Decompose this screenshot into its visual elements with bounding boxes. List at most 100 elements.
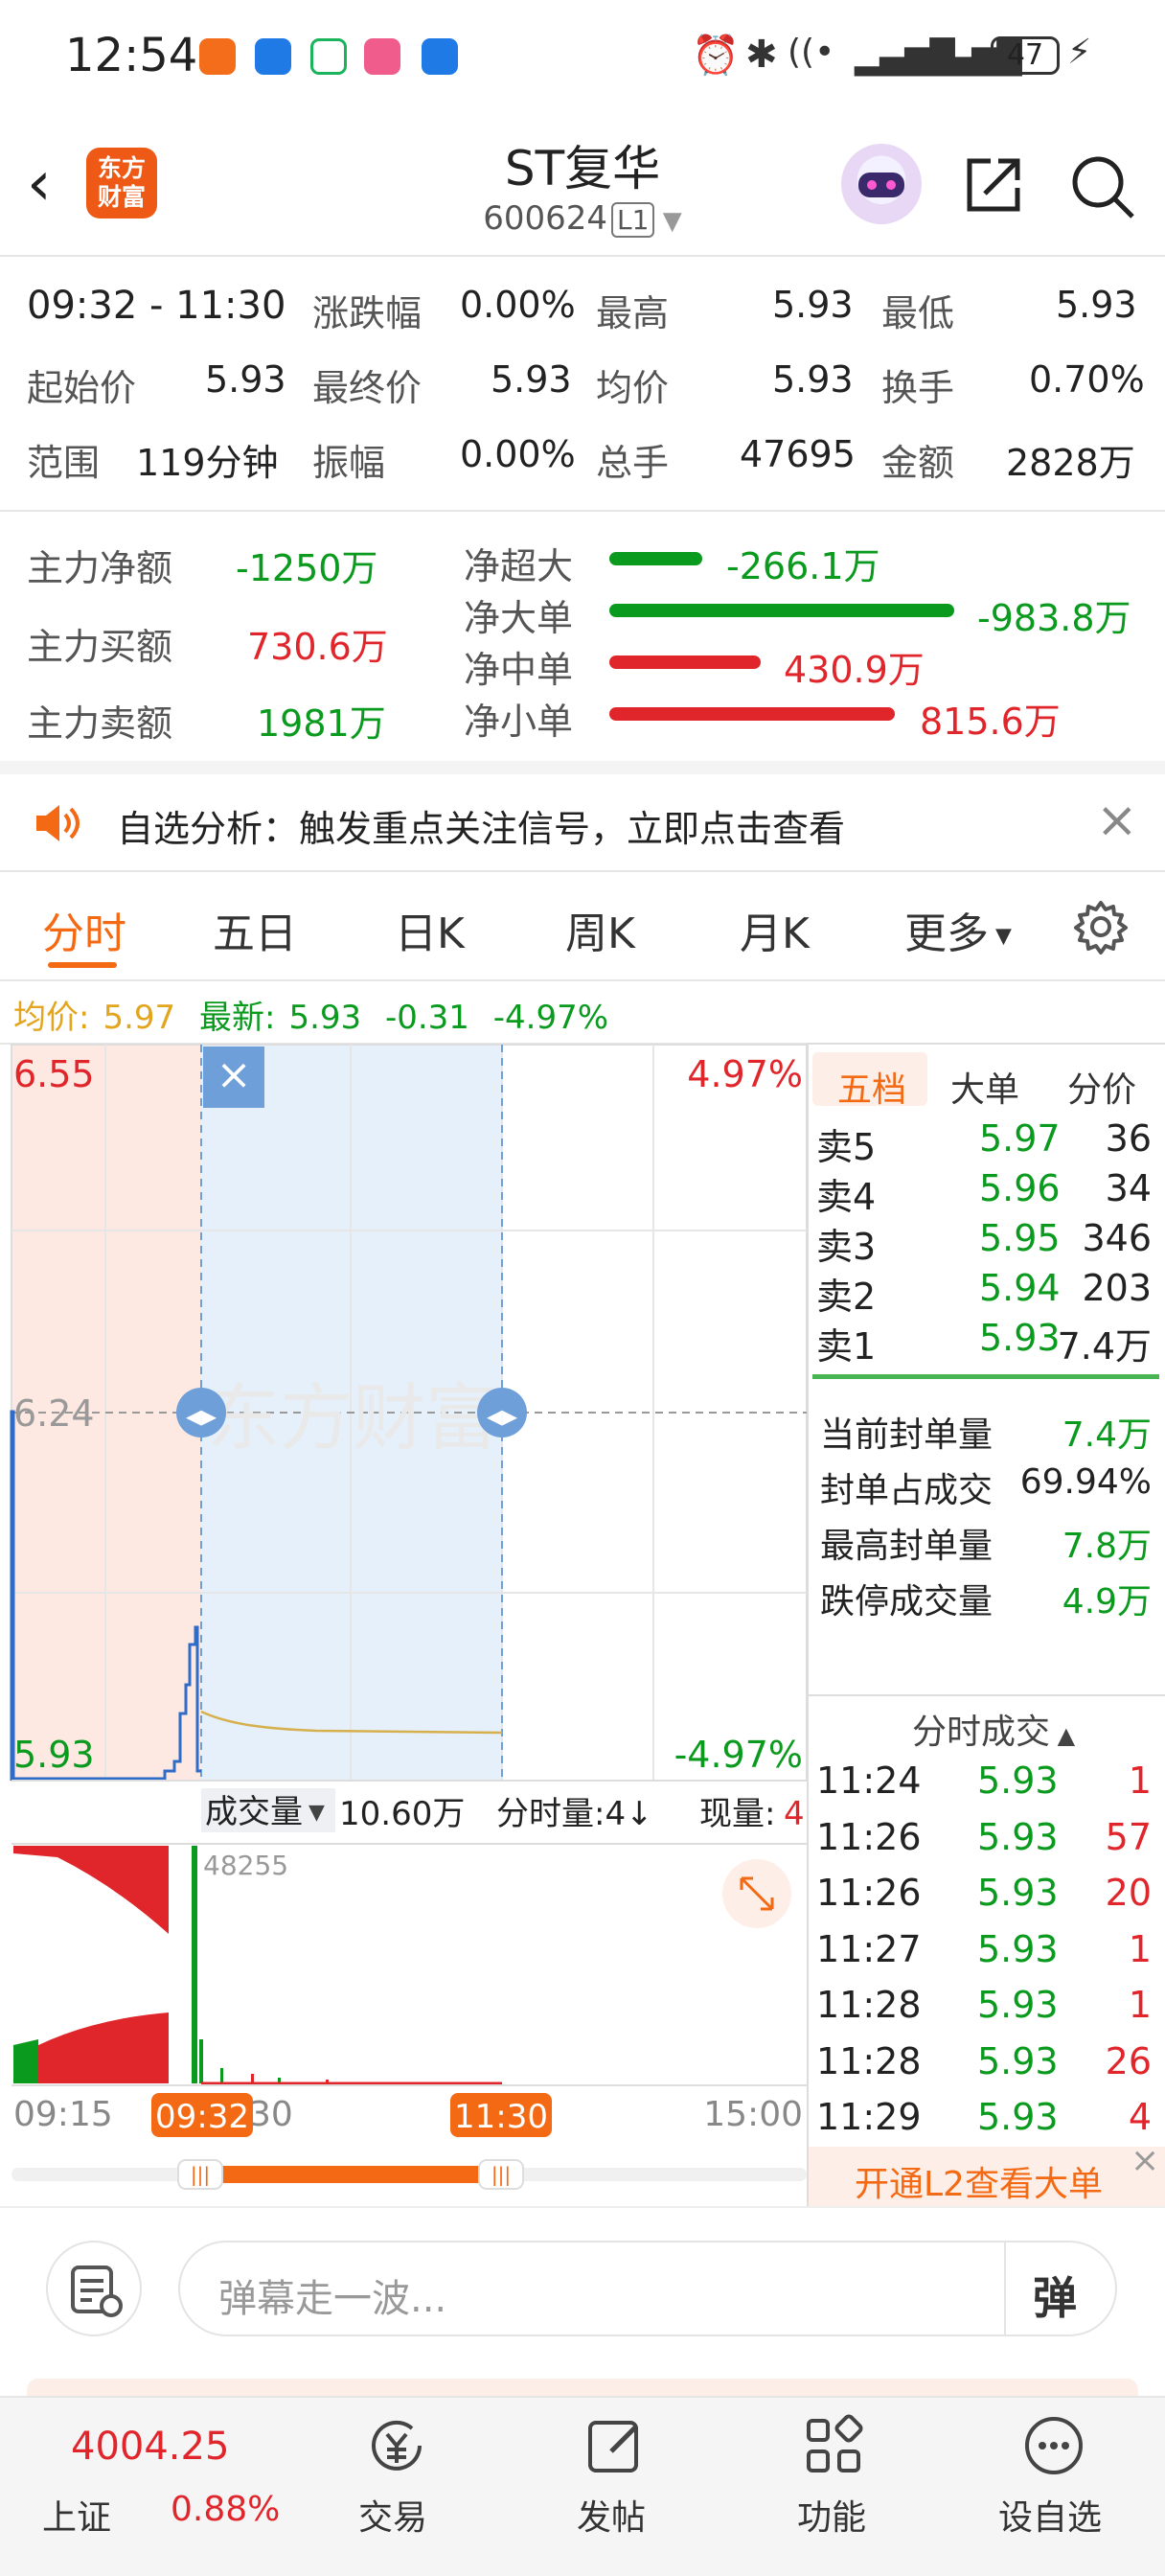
comment-settings-button[interactable] bbox=[46, 2241, 142, 2336]
ask-price[interactable]: 5.93 bbox=[979, 1317, 1061, 1359]
ask-volume: 203 bbox=[1082, 1267, 1152, 1309]
close-icon: × bbox=[217, 1050, 252, 1099]
tab-month-k[interactable]: 月K bbox=[740, 899, 810, 960]
flow-label: 净大单 bbox=[464, 597, 574, 639]
seal-label: 跌停成交量 bbox=[820, 1582, 994, 1622]
stat-label: 涨跌幅 bbox=[312, 292, 423, 334]
tab-day-k[interactable]: 日K bbox=[395, 899, 465, 960]
danmaku-input[interactable]: 弹幕走一波... 弹 bbox=[178, 2241, 1117, 2336]
trade-price: 5.93 bbox=[977, 1815, 1059, 1858]
stat-value: 0.00% bbox=[460, 284, 576, 326]
seal-value: 7.8万 bbox=[1062, 1527, 1152, 1566]
tab-more-label: 更多 bbox=[904, 909, 989, 958]
drag-handle-icon: ◂▸ bbox=[487, 1397, 517, 1434]
divider bbox=[0, 510, 1165, 512]
ai-assistant-avatar[interactable] bbox=[841, 144, 922, 224]
notice-text: 自选分析：触发重点关注信号，立即点击查看 bbox=[117, 808, 846, 850]
tab-large-orders[interactable]: 大单 bbox=[950, 1062, 1019, 1112]
danmaku-toggle-icon[interactable]: 弹 bbox=[1033, 2264, 1077, 2327]
speaker-icon bbox=[36, 805, 80, 841]
flow-label: 主力卖额 bbox=[27, 702, 173, 745]
range-scrubber-fill[interactable] bbox=[201, 2166, 502, 2183]
change-value: -0.31 bbox=[384, 999, 469, 1037]
settings-gear-icon[interactable] bbox=[1073, 899, 1129, 954]
trades-title[interactable]: 分时成交 ▲ bbox=[912, 1704, 1075, 1754]
tab-intraday[interactable]: 分时 bbox=[42, 899, 126, 960]
search-icon[interactable] bbox=[1069, 153, 1136, 220]
ask-level-label: 卖4 bbox=[816, 1176, 877, 1218]
tab-five-day[interactable]: 五日 bbox=[213, 899, 297, 960]
nav-add-watchlist[interactable]: 设自选 bbox=[998, 2490, 1102, 2540]
index-name[interactable]: 上证 bbox=[42, 2490, 111, 2540]
time-axis-end: 15:00 bbox=[703, 2095, 803, 2134]
trade-icon bbox=[372, 2420, 422, 2471]
l2-upsell-text[interactable]: 开通L2查看大单 bbox=[855, 2156, 1103, 2206]
stock-header: ‹ 东方 财富 ST复华 600624 L1 ▼ bbox=[0, 115, 1165, 255]
close-icon[interactable]: × bbox=[1131, 2141, 1159, 2180]
trade-time: 11:28 bbox=[816, 2039, 922, 2082]
trade-time: 11:28 bbox=[816, 1984, 922, 2026]
volume-bars-green bbox=[13, 2039, 38, 2083]
volume-spike bbox=[199, 2039, 203, 2083]
stat-value: 0.70% bbox=[1029, 358, 1145, 401]
index-value[interactable]: 4004.25 bbox=[71, 2425, 229, 2469]
trade-volume: 4 bbox=[1128, 2096, 1152, 2138]
trade-volume: 1 bbox=[1128, 1984, 1152, 2026]
close-icon[interactable]: × bbox=[1096, 792, 1138, 849]
tab-more[interactable]: 更多 ▼ bbox=[904, 899, 1012, 960]
trade-price: 5.93 bbox=[977, 2039, 1059, 2082]
seal-label: 当前封单量 bbox=[820, 1415, 994, 1455]
function-grid-icon bbox=[807, 2414, 863, 2472]
flow-value: -1250万 bbox=[236, 547, 378, 589]
flow-value: -266.1万 bbox=[726, 545, 880, 587]
tab-five-level[interactable]: 五档 bbox=[837, 1062, 906, 1112]
flow-label: 主力买额 bbox=[27, 626, 173, 668]
stat-label: 范围 bbox=[27, 442, 101, 484]
ask-volume: 7.4万 bbox=[1057, 1325, 1152, 1368]
trade-volume: 1 bbox=[1128, 1760, 1152, 1802]
dropdown-icon: ▼ bbox=[654, 207, 682, 236]
stat-label: 总手 bbox=[596, 442, 670, 484]
seal-value: 69.94% bbox=[1019, 1462, 1152, 1502]
comment-settings-icon bbox=[71, 2266, 123, 2317]
stat-value: 47695 bbox=[740, 433, 856, 475]
flow-label: 净超大 bbox=[464, 545, 574, 587]
nav-trade[interactable]: 交易 bbox=[358, 2490, 427, 2540]
fsl-label: 分时量:4↓ bbox=[496, 1795, 653, 1833]
y-axis-mid: 6.24 bbox=[13, 1392, 95, 1435]
trade-volume: 57 bbox=[1105, 1815, 1152, 1858]
y-axis-top: 6.55 bbox=[13, 1053, 95, 1095]
trade-price: 5.93 bbox=[977, 1872, 1059, 1914]
trade-price: 5.93 bbox=[977, 2096, 1059, 2138]
flow-value: 430.9万 bbox=[784, 649, 925, 691]
seal-label: 封单占成交 bbox=[820, 1471, 994, 1510]
trade-time: 11:26 bbox=[816, 1815, 922, 1858]
chart-legend: 均价: 5.97 最新: 5.93 -0.31 -4.97% bbox=[13, 991, 608, 1038]
trade-volume: 20 bbox=[1105, 1872, 1152, 1914]
ask-volume: 34 bbox=[1105, 1167, 1152, 1209]
ask-price[interactable]: 5.94 bbox=[979, 1267, 1061, 1309]
stat-label: 起始价 bbox=[27, 367, 137, 409]
tab-week-k[interactable]: 周K bbox=[565, 899, 635, 960]
range-end-time-label: 11:30 bbox=[454, 2098, 548, 2136]
home-ai-icon bbox=[310, 38, 347, 75]
seal-label: 最高封单量 bbox=[820, 1527, 994, 1566]
ask-price[interactable]: 5.95 bbox=[979, 1217, 1061, 1259]
tab-price-distribution[interactable]: 分价 bbox=[1067, 1062, 1136, 1112]
share-icon[interactable] bbox=[962, 151, 1027, 217]
stat-value: 5.93 bbox=[491, 358, 572, 401]
flow-bar bbox=[609, 656, 761, 669]
watermark: 东方财富 bbox=[207, 1378, 498, 1460]
ask-price[interactable]: 5.96 bbox=[979, 1167, 1061, 1209]
danmaku-placeholder: 弹幕走一波... bbox=[218, 2277, 447, 2321]
ask-price[interactable]: 5.97 bbox=[979, 1117, 1061, 1160]
nav-function[interactable]: 功能 bbox=[797, 2490, 866, 2540]
more-dots-icon bbox=[1025, 2417, 1083, 2474]
intraday-chart[interactable]: 东方财富 × ◂▸ ◂▸ 6.55 6.24 5.93 4.97% -4.97%… bbox=[0, 1043, 812, 2212]
last-value: 5.93 bbox=[288, 999, 362, 1037]
trade-volume: 1 bbox=[1128, 1927, 1152, 1970]
notice-bar[interactable]: 自选分析：触发重点关注信号，立即点击查看 × bbox=[0, 774, 1165, 870]
flow-value: 1981万 bbox=[257, 702, 386, 745]
index-pct[interactable]: 0.88% bbox=[171, 2490, 280, 2529]
nav-post[interactable]: 发帖 bbox=[577, 2490, 646, 2540]
